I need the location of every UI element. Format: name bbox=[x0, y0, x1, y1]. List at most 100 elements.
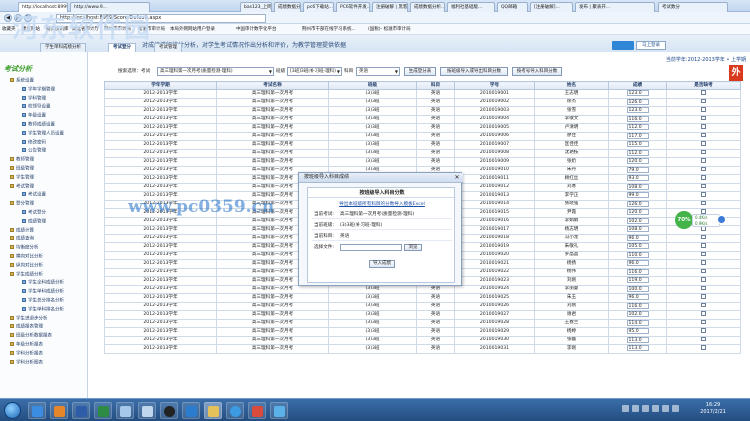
favorite-link[interactable]: 湖北省审计厅 bbox=[72, 26, 99, 33]
absent-checkbox[interactable] bbox=[701, 260, 706, 265]
flag-icon[interactable] bbox=[672, 405, 679, 412]
start-button[interactable] bbox=[4, 402, 21, 419]
score-input[interactable]: 123.0 bbox=[626, 90, 649, 96]
firefox-taskbar-icon[interactable] bbox=[50, 402, 68, 419]
explorer-taskbar-icon[interactable] bbox=[204, 402, 222, 419]
score-input[interactable]: 120.0 bbox=[626, 209, 649, 215]
sidebar-item[interactable]: 纵向对比分析 bbox=[10, 262, 43, 270]
accelerator-ball-icon[interactable] bbox=[717, 215, 726, 224]
score-input[interactable]: 112.0 bbox=[626, 149, 649, 156]
template-download-link[interactable]: 导出本班级所有科目的分数导入模板Excel bbox=[308, 201, 456, 207]
sidebar-item[interactable]: 学生单科成绩分析 bbox=[22, 289, 64, 296]
sidebar-item[interactable]: 成绩报表管理 bbox=[10, 324, 43, 331]
ad-badge[interactable]: 外 bbox=[729, 65, 743, 81]
sidebar-item[interactable]: 学生成绩分析 bbox=[10, 271, 43, 279]
paint-taskbar-icon[interactable] bbox=[248, 402, 266, 419]
sidebar-item[interactable]: 考试登分 bbox=[22, 210, 46, 217]
absent-checkbox[interactable] bbox=[701, 141, 706, 146]
sidebar-item[interactable]: 年级分析报表 bbox=[10, 342, 43, 349]
tray-icon[interactable] bbox=[642, 405, 649, 412]
sidebar-item[interactable]: 校领导设置 bbox=[22, 104, 51, 111]
browser-tab[interactable]: 发布 | 聚表开... bbox=[575, 2, 655, 12]
sidebar-item[interactable]: 学生全科成绩分析 bbox=[22, 280, 64, 287]
qq-taskbar-icon[interactable] bbox=[160, 402, 178, 419]
close-icon[interactable]: ✕ bbox=[453, 174, 461, 182]
browser2-taskbar-icon[interactable] bbox=[226, 402, 244, 419]
forward-icon[interactable]: ▶ bbox=[14, 14, 22, 22]
refresh-icon[interactable]: ↻ bbox=[24, 14, 32, 22]
browser-tab[interactable]: 注册破解 | 黑客... bbox=[372, 2, 408, 12]
sidebar-item[interactable]: 教师管理 bbox=[10, 157, 34, 164]
absent-checkbox[interactable] bbox=[701, 107, 706, 112]
browser-tab[interactable]: pc6下载站... bbox=[303, 2, 334, 12]
score-input[interactable]: 105.0 bbox=[626, 243, 649, 249]
browser-tab[interactable]: [注册破解]... bbox=[530, 2, 573, 12]
absent-checkbox[interactable] bbox=[701, 175, 706, 180]
score-input[interactable]: 96.0 bbox=[626, 260, 649, 266]
app-tab[interactable]: 考试管理 bbox=[154, 43, 182, 52]
score-input[interactable]: 102.0 bbox=[626, 311, 649, 317]
sidebar-item[interactable]: 学科管理 bbox=[22, 95, 46, 103]
browser-tab[interactable]: http://localhost:8999... bbox=[18, 2, 68, 12]
tray-icon[interactable] bbox=[622, 405, 629, 412]
favorite-link[interactable]: 荆州市审计局 bbox=[104, 26, 131, 33]
favorite-link[interactable]: (国税)- 松滋市审计局 bbox=[368, 26, 411, 33]
absent-checkbox[interactable] bbox=[701, 200, 706, 205]
score-input[interactable]: 116.0 bbox=[626, 302, 649, 309]
score-input[interactable]: 116.0 bbox=[626, 115, 649, 122]
sidebar-item[interactable]: 登分管理 bbox=[10, 201, 34, 208]
favorite-link[interactable]: 收藏夹 bbox=[2, 26, 16, 33]
absent-checkbox[interactable] bbox=[701, 268, 706, 273]
absent-checkbox[interactable] bbox=[701, 243, 706, 248]
sidebar-item[interactable]: 横向对比分析 bbox=[10, 254, 43, 261]
sidebar-item[interactable]: 均衡度分析 bbox=[10, 245, 39, 252]
class-import-button[interactable]: 按班级导入或导出科目分数 bbox=[440, 67, 508, 76]
score-input[interactable]: 112.0 bbox=[626, 124, 649, 130]
sidebar-item[interactable]: 学生总分排名分析 bbox=[22, 298, 64, 305]
score-input[interactable]: 99.0 bbox=[626, 192, 649, 198]
ie-taskbar-icon[interactable] bbox=[28, 402, 46, 419]
absent-checkbox[interactable] bbox=[701, 277, 706, 282]
score-input[interactable]: 110.0 bbox=[626, 251, 649, 258]
absent-checkbox[interactable] bbox=[701, 234, 706, 239]
browser-tab[interactable]: PC6软件开发... bbox=[336, 2, 370, 12]
score-input[interactable]: 116.0 bbox=[626, 268, 649, 275]
sidebar-item[interactable]: 成绩计算 bbox=[10, 227, 34, 235]
score-input[interactable]: 93.0 bbox=[626, 175, 649, 181]
browser-tab[interactable]: QQ邮箱 bbox=[497, 2, 528, 12]
subject-select[interactable]: 英语 ▼ bbox=[356, 67, 400, 76]
sidebar-item[interactable]: 成绩查询 bbox=[10, 236, 34, 243]
sidebar-item[interactable]: 学生单科排名分析 bbox=[22, 306, 64, 314]
score-input[interactable]: 114.0 bbox=[626, 319, 649, 326]
absent-checkbox[interactable] bbox=[701, 302, 706, 307]
sidebar-item[interactable]: 学科分析图表 bbox=[10, 359, 43, 367]
score-input[interactable]: 95.0 bbox=[626, 328, 649, 334]
browse-button[interactable]: 浏览 bbox=[404, 244, 422, 251]
absent-checkbox[interactable] bbox=[701, 345, 706, 350]
score-input[interactable]: 115.0 bbox=[626, 141, 649, 147]
score-input[interactable]: 113.0 bbox=[626, 336, 649, 343]
absent-checkbox[interactable] bbox=[701, 285, 706, 290]
absent-checkbox[interactable] bbox=[701, 328, 706, 333]
favorite-link[interactable]: 荆州市干部在线学习系统... bbox=[302, 26, 356, 33]
score-input[interactable]: 96.0 bbox=[626, 294, 649, 300]
favorite-link[interactable]: 中国审计数字化平台 bbox=[236, 26, 277, 33]
sidebar-item[interactable]: 教师成绩设置 bbox=[22, 122, 55, 129]
sidebar-item[interactable]: 学科分析报表 bbox=[10, 350, 43, 358]
score-input[interactable]: 108.0 bbox=[626, 226, 649, 232]
score-input[interactable]: 96.0 bbox=[626, 234, 649, 241]
sidebar-item[interactable]: 考试设置 bbox=[22, 192, 46, 199]
sidebar-item[interactable]: 成绩管理 bbox=[22, 218, 46, 226]
sidebar-item[interactable]: 学年学期管理 bbox=[22, 86, 55, 94]
import-scores-button[interactable]: 导入成绩 bbox=[369, 260, 395, 268]
class-select[interactable]: [3班]3班(补习班-理科) ▼ bbox=[287, 67, 342, 76]
absent-checkbox[interactable] bbox=[701, 132, 706, 137]
sidebar-item[interactable]: 学生管理 bbox=[10, 174, 34, 182]
browser-tab[interactable]: 福利社基础版... bbox=[447, 2, 495, 12]
score-input[interactable]: 126.0 bbox=[626, 98, 649, 105]
clock[interactable]: 16:29 2017/2/21 bbox=[690, 402, 736, 416]
sidebar-item[interactable]: 学生管理人员设置 bbox=[22, 130, 64, 138]
favorite-link[interactable]: 松滋市审计局 bbox=[138, 26, 165, 33]
absent-checkbox[interactable] bbox=[701, 98, 706, 103]
score-input[interactable]: 113.0 bbox=[626, 345, 649, 351]
